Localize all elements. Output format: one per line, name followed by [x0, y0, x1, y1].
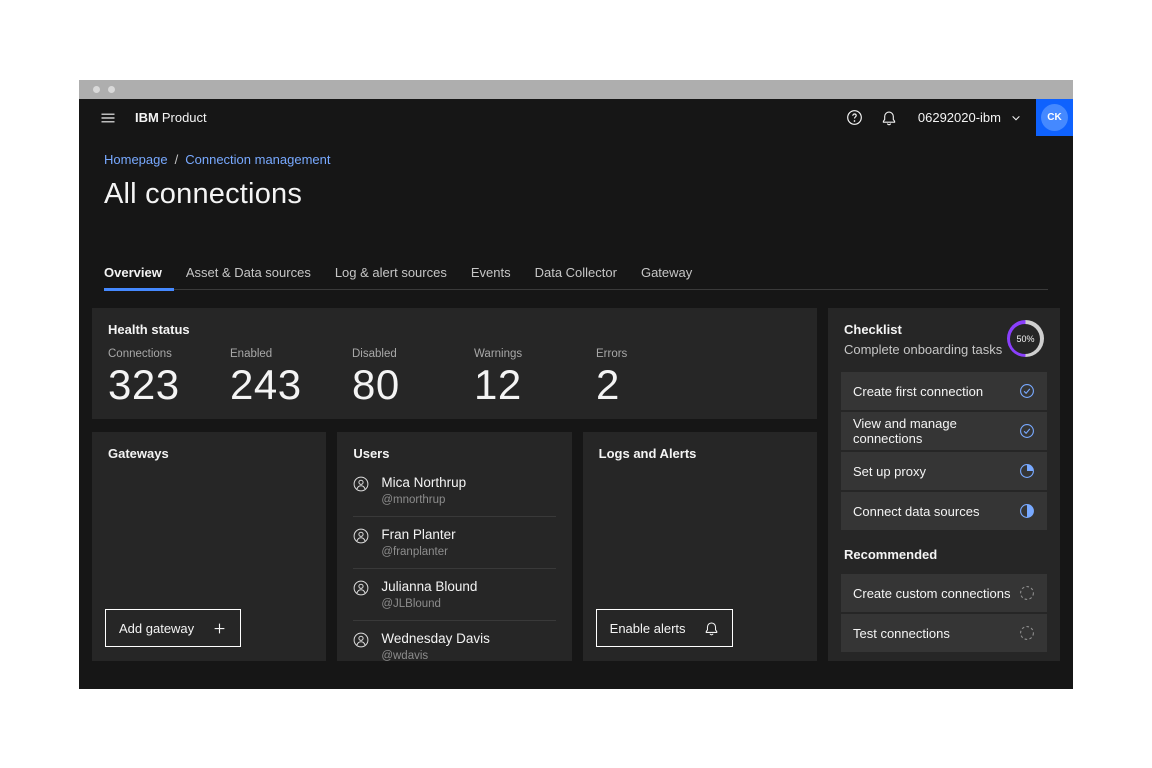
- window-control-dot[interactable]: [108, 86, 115, 93]
- hamburger-menu-button[interactable]: [91, 99, 125, 136]
- tab-data-collector[interactable]: Data Collector: [523, 261, 629, 291]
- tab-asset-data-sources[interactable]: Asset & Data sources: [174, 261, 323, 291]
- person-circle-icon: [353, 632, 369, 648]
- app-window: IBMProduct 06292020-ibm CK H: [79, 80, 1073, 689]
- tab-events[interactable]: Events: [459, 261, 523, 291]
- bell-icon: [881, 110, 897, 126]
- user-handle: @franplanter: [381, 546, 455, 558]
- account-menu-button[interactable]: 06292020-ibm: [918, 110, 1022, 125]
- hamburger-icon: [100, 110, 116, 126]
- brand-prefix: IBM: [135, 110, 159, 125]
- partial-circle-icon: [1019, 463, 1035, 479]
- gateways-card: Gateways Add gateway: [92, 432, 326, 661]
- metric-enabled: Enabled 243: [230, 348, 352, 409]
- half-circle-icon: [1019, 503, 1035, 519]
- brand[interactable]: IBMProduct: [135, 110, 207, 125]
- brand-product-name: Product: [162, 110, 207, 125]
- checklist-item-create-first-connection[interactable]: Create first connection: [841, 372, 1047, 410]
- help-icon: [846, 109, 863, 126]
- plus-icon: [212, 621, 227, 636]
- checklist-card: Checklist Complete onboarding tasks 50% …: [828, 308, 1060, 661]
- checklist-item-create-custom-connections[interactable]: Create custom connections: [841, 574, 1047, 612]
- user-list-item[interactable]: Wednesday Davis @wdavis: [353, 620, 555, 661]
- user-name: Mica Northrup: [381, 475, 466, 490]
- window-control-dot[interactable]: [93, 86, 100, 93]
- logs-alerts-title: Logs and Alerts: [599, 446, 801, 461]
- user-list-item[interactable]: Mica Northrup @mnorthrup: [353, 465, 555, 516]
- checklist-title: Checklist: [844, 322, 1002, 337]
- user-handle: @mnorthrup: [381, 494, 466, 506]
- tab-gateway[interactable]: Gateway: [629, 261, 704, 291]
- recommended-items: Create custom connections Test connectio…: [841, 574, 1047, 652]
- avatar-button[interactable]: CK: [1036, 99, 1073, 136]
- checklist-subtitle: Complete onboarding tasks: [844, 342, 1002, 357]
- help-button[interactable]: [838, 99, 872, 136]
- gateways-title: Gateways: [108, 446, 310, 461]
- breadcrumb: Homepage / Connection management: [104, 152, 1048, 167]
- main-content: Homepage / Connection management All conne…: [79, 152, 1073, 661]
- logs-alerts-card: Logs and Alerts Enable alerts: [583, 432, 817, 661]
- checklist-items: Create first connection View and manage …: [841, 372, 1047, 530]
- metric-warnings: Warnings 12: [474, 348, 596, 409]
- tab-log-alert-sources[interactable]: Log & alert sources: [323, 261, 459, 291]
- health-metrics: Connections 323 Enabled 243 Disabled 80: [108, 348, 801, 409]
- app-header: IBMProduct 06292020-ibm CK: [79, 99, 1073, 136]
- metric-connections: Connections 323: [108, 348, 230, 409]
- metric-errors: Errors 2: [596, 348, 718, 409]
- person-circle-icon: [353, 580, 369, 596]
- user-handle: @JLBlound: [381, 598, 477, 610]
- checklist-header: Checklist Complete onboarding tasks 50%: [841, 322, 1047, 357]
- dashed-circle-icon: [1019, 585, 1035, 601]
- checklist-item-view-manage-connections[interactable]: View and manage connections: [841, 412, 1047, 450]
- progress-ring: 50%: [1007, 320, 1044, 357]
- user-list: Mica Northrup @mnorthrup Fran Planter @f…: [353, 465, 555, 661]
- breadcrumb-link-homepage[interactable]: Homepage: [104, 152, 168, 167]
- window-titlebar: [79, 80, 1073, 99]
- user-name: Wednesday Davis: [381, 631, 490, 646]
- progress-percent: 50%: [1010, 324, 1040, 354]
- checklist-item-test-connections[interactable]: Test connections: [841, 614, 1047, 652]
- breadcrumb-separator: /: [175, 152, 179, 167]
- dashboard-grid: Health status Connections 323 Enabled 24…: [92, 308, 1060, 661]
- notifications-button[interactable]: [872, 99, 906, 136]
- health-status-title: Health status: [108, 322, 801, 337]
- checklist-item-set-up-proxy[interactable]: Set up proxy: [841, 452, 1047, 490]
- chevron-down-icon: [1010, 112, 1022, 124]
- users-card: Users Mica Northrup @mnorthrup: [337, 432, 571, 661]
- user-name: Fran Planter: [381, 527, 455, 542]
- account-name: 06292020-ibm: [918, 110, 1001, 125]
- user-handle: @wdavis: [381, 650, 490, 661]
- dashed-circle-icon: [1019, 625, 1035, 641]
- user-list-item[interactable]: Fran Planter @franplanter: [353, 516, 555, 568]
- recommended-label: Recommended: [844, 547, 1044, 562]
- app: IBMProduct 06292020-ibm CK H: [79, 99, 1073, 689]
- user-list-item[interactable]: Julianna Blound @JLBlound: [353, 568, 555, 620]
- checklist-item-connect-data-sources[interactable]: Connect data sources: [841, 492, 1047, 530]
- tab-bar: Overview Asset & Data sources Log & aler…: [104, 261, 1048, 290]
- health-status-card: Health status Connections 323 Enabled 24…: [92, 308, 817, 419]
- users-title: Users: [353, 446, 555, 461]
- person-circle-icon: [353, 476, 369, 492]
- user-name: Julianna Blound: [381, 579, 477, 594]
- person-circle-icon: [353, 528, 369, 544]
- tab-overview[interactable]: Overview: [104, 261, 174, 291]
- header-actions: 06292020-ibm CK: [838, 99, 1073, 136]
- metric-disabled: Disabled 80: [352, 348, 474, 409]
- avatar: CK: [1041, 104, 1068, 131]
- check-circle-icon: [1019, 383, 1035, 399]
- page-title: All connections: [104, 178, 1048, 211]
- bell-icon: [704, 621, 719, 636]
- check-circle-icon: [1019, 423, 1035, 439]
- enable-alerts-button[interactable]: Enable alerts: [596, 609, 733, 647]
- breadcrumb-link-connection-management[interactable]: Connection management: [185, 152, 330, 167]
- add-gateway-button[interactable]: Add gateway: [105, 609, 241, 647]
